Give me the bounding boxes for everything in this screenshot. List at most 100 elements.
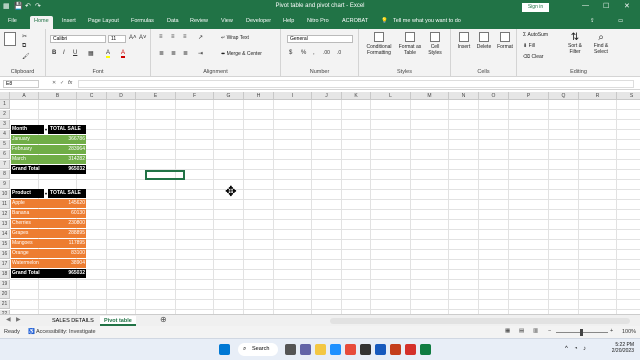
column-header[interactable]: B xyxy=(39,92,77,100)
insert-function-button[interactable]: fx xyxy=(68,80,72,86)
column-header[interactable]: K xyxy=(342,92,371,100)
row-header[interactable]: 9 xyxy=(0,180,10,189)
tab-view[interactable]: View xyxy=(221,18,233,24)
task-view-icon[interactable] xyxy=(285,344,296,355)
row-header[interactable]: 20 xyxy=(0,290,10,299)
increase-decimal-button[interactable]: .00 xyxy=(323,50,330,56)
pivot1-header-month[interactable]: Month ▾ xyxy=(11,125,49,134)
column-header[interactable]: P xyxy=(509,92,549,100)
pivot2-row-value[interactable]: 145620 xyxy=(49,199,86,208)
insert-cells-button[interactable]: Insert xyxy=(455,32,473,50)
worksheet-grid[interactable]: ABCDEFGHIJKLMNOPQRS 1 2 3 4 5 6 7 8 9 10 11 12 13 14 1… xyxy=(0,92,640,314)
bottom-align-icon[interactable]: ≡ xyxy=(183,34,187,40)
row-header[interactable]: 12 xyxy=(0,210,10,219)
filter-dropdown-icon[interactable]: ▾ xyxy=(43,189,48,198)
teams-icon[interactable] xyxy=(300,344,311,355)
tab-review[interactable]: Review xyxy=(190,18,208,24)
zoom-in-icon[interactable]: + xyxy=(610,328,613,334)
zoom-slider-thumb[interactable] xyxy=(580,329,583,336)
row-header[interactable]: 2 xyxy=(0,110,10,119)
pivot2-row-label[interactable]: Orange xyxy=(11,249,49,258)
cancel-formula-icon[interactable]: ✕ xyxy=(52,80,56,86)
row-header[interactable]: 7 xyxy=(0,160,10,169)
decrease-decimal-button[interactable]: .0 xyxy=(337,50,341,56)
pivot2-grand-total-value[interactable]: 965032 xyxy=(49,269,86,278)
column-header[interactable]: S xyxy=(617,92,640,100)
grow-font-button[interactable]: A˄ xyxy=(129,35,137,41)
pivot2-header-total[interactable]: TOTAL SALE xyxy=(49,189,86,198)
row-header[interactable]: 3 xyxy=(0,120,10,129)
indent-icon[interactable]: ⇥ xyxy=(198,50,203,57)
sort-filter-button[interactable]: ⇅ Sort & Filter xyxy=(563,32,587,55)
zoom-out-icon[interactable]: − xyxy=(548,328,551,334)
row-header[interactable]: 17 xyxy=(0,260,10,269)
pivot2-row-value[interactable]: 38904 xyxy=(49,259,86,268)
bold-button[interactable]: B xyxy=(52,50,56,56)
pivot1-row-label[interactable]: January xyxy=(11,135,49,144)
delete-cells-button[interactable]: Delete xyxy=(474,32,494,50)
tab-home[interactable]: Home xyxy=(30,16,53,29)
tell-me-search[interactable]: Tell me what you want to do xyxy=(393,18,461,24)
store-icon[interactable] xyxy=(345,344,356,355)
volume-icon[interactable]: ♪ xyxy=(583,346,586,352)
align-center-icon[interactable]: ≣ xyxy=(171,50,176,57)
pivot1-grand-total-value[interactable]: 965032 xyxy=(49,165,86,174)
wrap-text-button[interactable]: ↵ Wrap Text xyxy=(221,35,249,41)
word-icon[interactable] xyxy=(375,344,386,355)
cell-styles-button[interactable]: Cell Styles xyxy=(425,32,445,56)
pivot2-row-value[interactable]: 83100 xyxy=(49,249,86,258)
column-header[interactable]: E xyxy=(136,92,176,100)
column-header[interactable]: F xyxy=(176,92,214,100)
formula-input[interactable] xyxy=(78,80,634,88)
maximize-button[interactable]: ☐ xyxy=(603,2,609,10)
active-cell-selection[interactable] xyxy=(145,170,185,180)
format-cells-button[interactable]: Format xyxy=(495,32,515,50)
pivot2-grand-total-label[interactable]: Grand Total xyxy=(11,269,49,278)
accessibility-status[interactable]: Accessibility: Investigate xyxy=(36,329,96,335)
scroll-right-icon[interactable]: ▶ xyxy=(16,316,21,323)
select-all-corner[interactable] xyxy=(0,92,10,100)
top-align-icon[interactable]: ≡ xyxy=(159,34,163,40)
paste-button[interactable] xyxy=(4,32,16,48)
tab-nitro-pro[interactable]: Nitro Pro xyxy=(307,18,329,24)
column-header[interactable]: J xyxy=(312,92,342,100)
pivot1-row-label[interactable]: February xyxy=(11,145,49,154)
align-left-icon[interactable]: ≣ xyxy=(159,50,164,57)
acrobat-icon[interactable] xyxy=(405,344,416,355)
find-select-button[interactable]: ⌕ Find & Select xyxy=(589,32,613,55)
pivot2-row-label[interactable]: Cherries xyxy=(11,219,49,228)
pivot2-row-label[interactable]: Grapes xyxy=(11,229,49,238)
percent-button[interactable]: % xyxy=(301,50,306,56)
pivot2-row-value[interactable]: 60130 xyxy=(49,209,86,218)
autosum-button[interactable]: Σ AutoSum xyxy=(523,32,548,38)
clock[interactable]: 5:22 PM 2/20/2023 xyxy=(594,342,634,354)
font-color-button[interactable]: A xyxy=(121,50,126,58)
column-header[interactable]: O xyxy=(479,92,509,100)
tab-file[interactable]: File xyxy=(8,18,17,24)
filter-dropdown-icon[interactable]: ▾ xyxy=(43,125,48,134)
pivot2-row-label[interactable]: Apple xyxy=(11,199,49,208)
tab-developer[interactable]: Developer xyxy=(246,18,271,24)
horizontal-scrollbar[interactable] xyxy=(330,318,630,324)
column-header[interactable]: D xyxy=(107,92,136,100)
copy-icon[interactable]: ⧉ xyxy=(22,43,26,50)
column-header[interactable]: N xyxy=(449,92,479,100)
powerpoint-icon[interactable] xyxy=(390,344,401,355)
minimize-button[interactable]: — xyxy=(582,2,589,9)
pivot2-row-value[interactable]: 117895 xyxy=(49,239,86,248)
column-header[interactable]: Q xyxy=(549,92,579,100)
row-header[interactable]: 5 xyxy=(0,140,10,149)
row-header[interactable]: 8 xyxy=(0,170,10,179)
row-header[interactable]: 6 xyxy=(0,150,10,159)
row-header[interactable]: 14 xyxy=(0,230,10,239)
borders-icon[interactable]: ▦ xyxy=(88,50,94,57)
tab-acrobat[interactable]: ACROBAT xyxy=(342,18,368,24)
zoom-level[interactable]: 100% xyxy=(622,329,636,335)
middle-align-icon[interactable]: ≡ xyxy=(171,34,175,40)
column-header[interactable]: I xyxy=(274,92,312,100)
scroll-left-icon[interactable]: ◀ xyxy=(6,316,11,323)
pivot1-grand-total-label[interactable]: Grand Total xyxy=(11,165,49,174)
pivot2-row-value[interactable]: 230800 xyxy=(49,219,86,228)
excel-taskbar-icon[interactable] xyxy=(420,344,431,355)
page-break-view-icon[interactable]: ▥ xyxy=(533,328,538,334)
